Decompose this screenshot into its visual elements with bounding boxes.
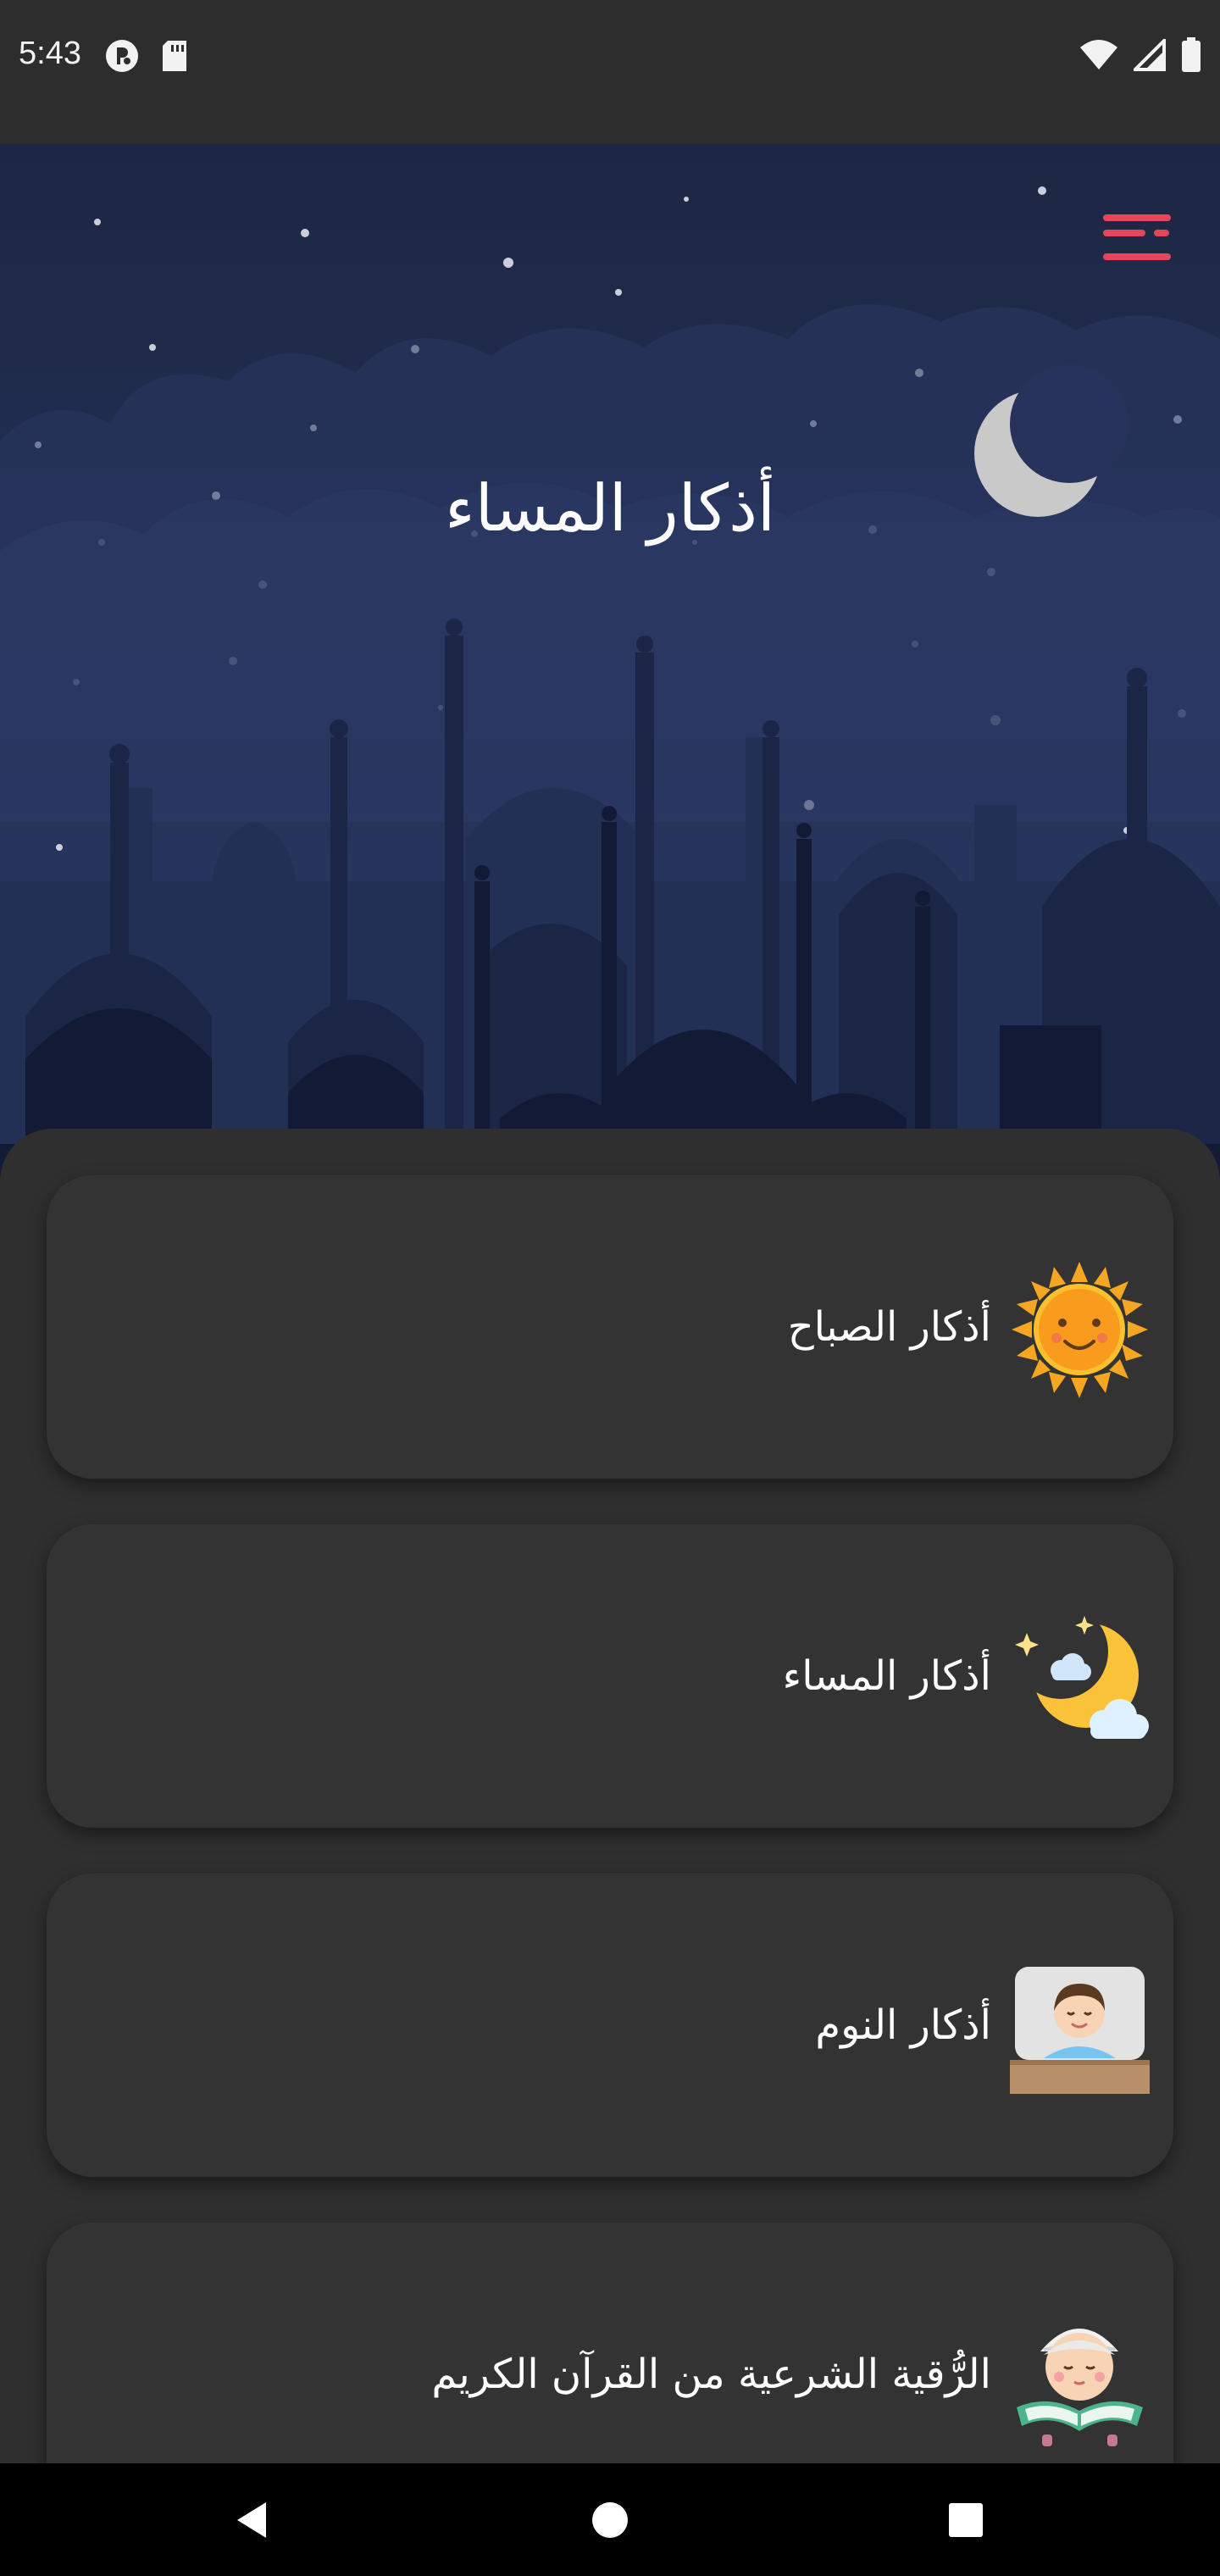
menu-button[interactable]: [1093, 191, 1186, 275]
night-mosque-illustration: [0, 186, 1220, 1178]
status-bar: 5:43: [0, 0, 1220, 144]
menu-icon: [1103, 214, 1171, 260]
boy-reading-quran-icon: [1017, 2329, 1143, 2446]
notification-app-icon: [103, 37, 141, 78]
signal-icon: [1131, 36, 1166, 75]
card-label: أذكار الصباح: [787, 1303, 991, 1351]
sd-card-icon: [159, 37, 190, 78]
back-icon[interactable]: [222, 2490, 281, 2550]
page-title: أذكار المساء: [444, 470, 776, 546]
azkar-list: أذكار الصباح أذكار المساء أذكار النوم ال…: [0, 1129, 1220, 2463]
azkar-card-ruqyah[interactable]: الرُّقية الشرعية من القرآن الكريم: [47, 2223, 1173, 2463]
card-label: أذكار المساء: [782, 1652, 991, 1700]
system-nav-bar: [0, 2463, 1220, 2576]
battery-icon: [1181, 37, 1201, 76]
azkar-card-morning[interactable]: أذكار الصباح: [47, 1175, 1173, 1479]
sleeping-boy-icon: [1010, 1967, 1150, 2094]
status-time: 5:43: [19, 36, 81, 71]
moon-clouds-icon: [1013, 1609, 1149, 1739]
recents-icon[interactable]: [936, 2490, 995, 2550]
azkar-card-sleep[interactable]: أذكار النوم: [47, 1874, 1173, 2177]
home-icon[interactable]: [580, 2490, 640, 2550]
sun-icon: [1012, 1262, 1148, 1398]
card-label: أذكار النوم: [815, 2001, 991, 2049]
card-label: الرُّقية الشرعية من القرآن الكريم: [431, 2351, 991, 2398]
wifi-icon: [1079, 39, 1118, 75]
azkar-card-evening[interactable]: أذكار المساء: [47, 1524, 1173, 1828]
header-banner: أذكار المساء: [0, 144, 1220, 1178]
